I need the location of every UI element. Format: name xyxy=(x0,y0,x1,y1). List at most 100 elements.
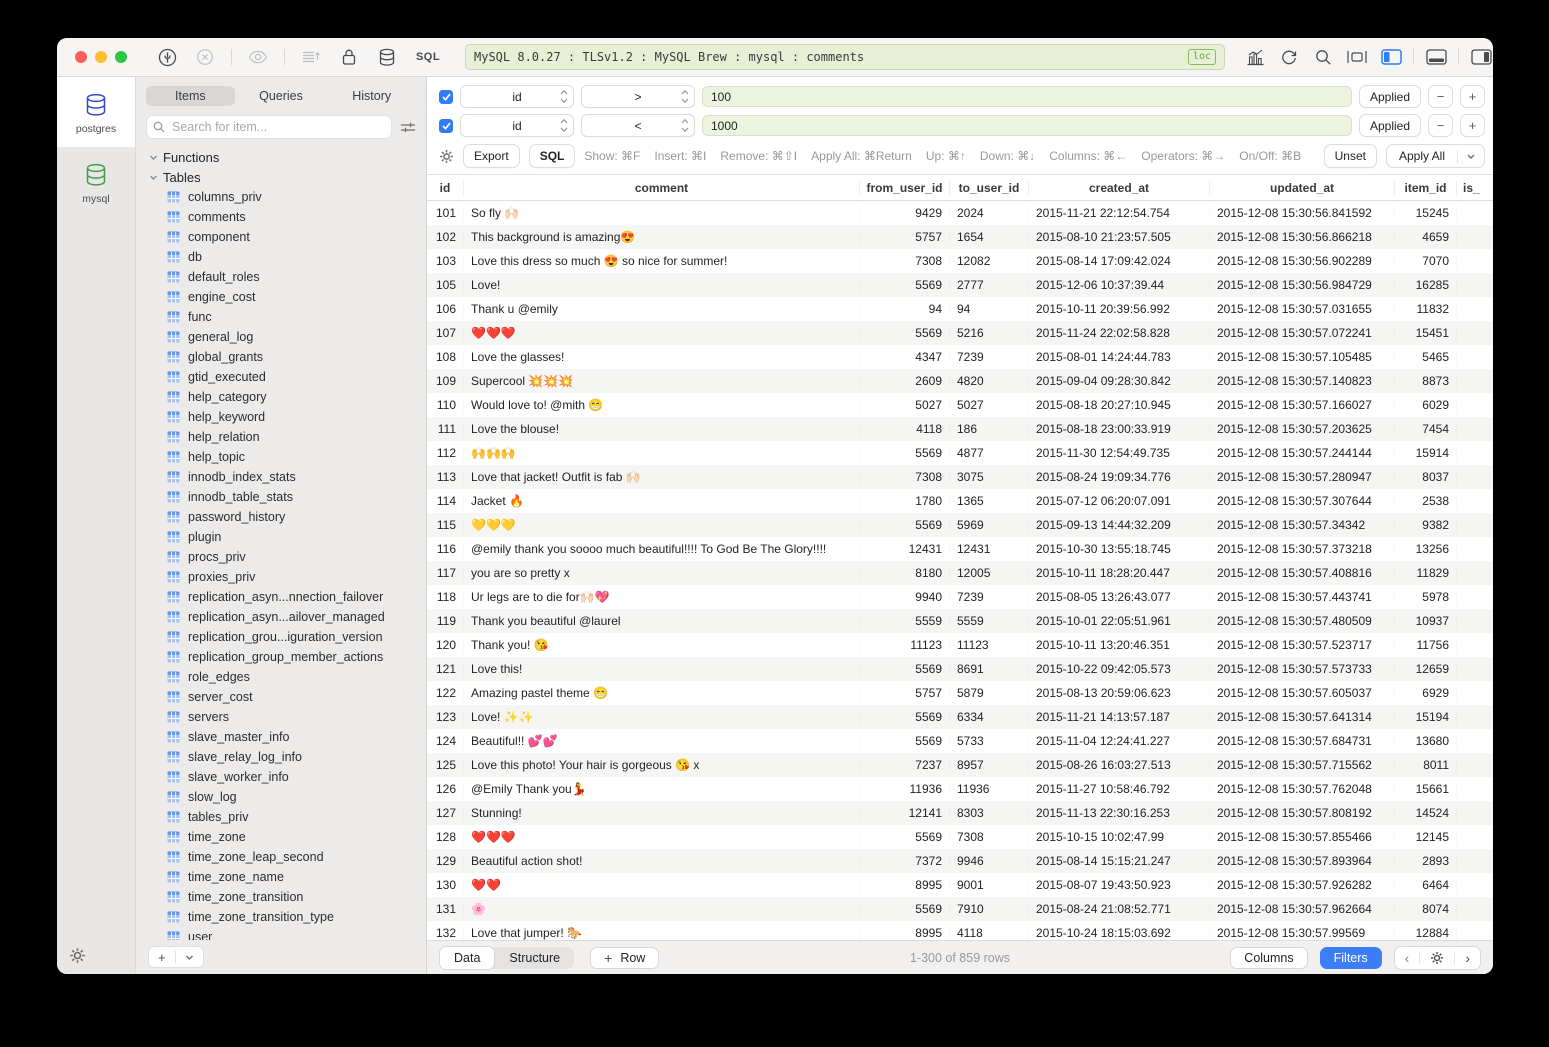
table-cell-to_user_id[interactable]: 5969 xyxy=(950,518,1029,532)
table-cell-updated_at[interactable]: 2015-12-08 15:30:57.641314 xyxy=(1210,710,1395,724)
table-cell-updated_at[interactable]: 2015-12-08 15:30:57.855466 xyxy=(1210,830,1395,844)
table-row[interactable]: 123Love! ✨✨556963342015-11-21 14:13:57.1… xyxy=(427,705,1493,729)
table-cell-comment[interactable]: Love that jacket! Outfit is fab 🙌🏻 xyxy=(464,470,860,484)
connection-item-postgres[interactable]: postgres xyxy=(57,77,135,147)
table-cell-updated_at[interactable]: 2015-12-08 15:30:57.684731 xyxy=(1210,734,1395,748)
table-row[interactable]: 129Beautiful action shot!737299462015-08… xyxy=(427,849,1493,873)
table-cell-comment[interactable]: ❤️❤️❤️ xyxy=(464,830,860,844)
column-header-updated_at[interactable]: updated_at xyxy=(1210,181,1395,195)
table-cell-updated_at[interactable]: 2015-12-08 15:30:57.140823 xyxy=(1210,374,1395,388)
table-row[interactable]: 102This background is amazing😍5757165420… xyxy=(427,225,1493,249)
table-cell-id[interactable]: 110 xyxy=(427,398,464,412)
table-cell-updated_at[interactable]: 2015-12-08 15:30:57.280947 xyxy=(1210,470,1395,484)
table-row[interactable]: 119Thank you beautiful @laurel5559555920… xyxy=(427,609,1493,633)
table-cell-from_user_id[interactable]: 12431 xyxy=(860,542,950,556)
table-cell-item_id[interactable]: 5978 xyxy=(1395,590,1457,604)
table-row[interactable]: 125Love this photo! Your hair is gorgeou… xyxy=(427,753,1493,777)
table-cell-updated_at[interactable]: 2015-12-08 15:30:57.480509 xyxy=(1210,614,1395,628)
sidebar-table-item-help_category[interactable]: help_category xyxy=(136,387,426,407)
table-cell-comment[interactable]: This background is amazing😍 xyxy=(464,230,860,244)
sidebar-table-item-slave_worker_info[interactable]: slave_worker_info xyxy=(136,767,426,787)
table-cell-comment[interactable]: Beautiful action shot! xyxy=(464,854,860,868)
table-cell-updated_at[interactable]: 2015-12-08 15:30:57.523717 xyxy=(1210,638,1395,652)
table-row[interactable]: 132Love that jumper! 🐎899541182015-10-24… xyxy=(427,921,1493,940)
sidebar-table-item-replication_group_member_actions[interactable]: replication_group_member_actions xyxy=(136,647,426,667)
filter-enabled-checkbox[interactable] xyxy=(439,90,453,104)
table-cell-id[interactable]: 102 xyxy=(427,230,464,244)
column-header-from_user_id[interactable]: from_user_id xyxy=(860,181,950,195)
filter-settings-gear-icon[interactable] xyxy=(439,149,454,164)
table-cell-updated_at[interactable]: 2015-12-08 15:30:57.34342 xyxy=(1210,518,1395,532)
table-cell-comment[interactable]: Ur legs are to die for🙌🏻💖 xyxy=(464,590,860,604)
table-cell-from_user_id[interactable]: 94 xyxy=(860,302,950,316)
table-cell-to_user_id[interactable]: 8957 xyxy=(950,758,1029,772)
table-cell-from_user_id[interactable]: 5569 xyxy=(860,734,950,748)
table-cell-from_user_id[interactable]: 8995 xyxy=(860,878,950,892)
table-cell-comment[interactable]: Love! ✨✨ xyxy=(464,710,860,724)
add-item-dropdown[interactable] xyxy=(176,953,203,962)
table-cell-created_at[interactable]: 2015-10-01 22:05:51.961 xyxy=(1029,614,1210,628)
table-cell-created_at[interactable]: 2015-08-18 23:00:33.919 xyxy=(1029,422,1210,436)
lock-icon[interactable] xyxy=(337,45,361,69)
column-header-is_[interactable]: is_ xyxy=(1457,181,1493,195)
table-cell-created_at[interactable]: 2015-08-24 19:09:34.776 xyxy=(1029,470,1210,484)
table-cell-to_user_id[interactable]: 12431 xyxy=(950,542,1029,556)
toggle-right-panel-icon[interactable] xyxy=(1469,45,1493,69)
table-row[interactable]: 111Love the blouse!41181862015-08-18 23:… xyxy=(427,417,1493,441)
column-header-created_at[interactable]: created_at xyxy=(1029,181,1210,195)
table-cell-item_id[interactable]: 11756 xyxy=(1395,638,1457,652)
table-cell-created_at[interactable]: 2015-11-13 22:30:16.253 xyxy=(1029,806,1210,820)
table-cell-comment[interactable]: @Emily Thank you💃 xyxy=(464,782,860,796)
table-cell-updated_at[interactable]: 2015-12-08 15:30:57.031655 xyxy=(1210,302,1395,316)
filter-sliders-icon[interactable] xyxy=(400,121,416,134)
table-cell-item_id[interactable]: 15194 xyxy=(1395,710,1457,724)
sidebar-table-item-role_edges[interactable]: role_edges xyxy=(136,667,426,687)
apply-all-button[interactable]: Apply All xyxy=(1386,144,1485,168)
table-cell-id[interactable]: 128 xyxy=(427,830,464,844)
table-cell-from_user_id[interactable]: 5559 xyxy=(860,614,950,628)
table-cell-updated_at[interactable]: 2015-12-08 15:30:57.203625 xyxy=(1210,422,1395,436)
table-cell-created_at[interactable]: 2015-10-15 10:02:47.99 xyxy=(1029,830,1210,844)
unset-button[interactable]: Unset xyxy=(1324,144,1377,168)
add-filter-button[interactable]: + xyxy=(1460,114,1485,137)
table-cell-to_user_id[interactable]: 7910 xyxy=(950,902,1029,916)
table-cell-to_user_id[interactable]: 12082 xyxy=(950,254,1029,268)
sidebar-table-item-servers[interactable]: servers xyxy=(136,707,426,727)
table-row[interactable]: 121Love this!556986912015-10-22 09:42:05… xyxy=(427,657,1493,681)
table-cell-from_user_id[interactable]: 11123 xyxy=(860,638,950,652)
table-row[interactable]: 109Supercool 💥💥💥260948202015-09-04 09:28… xyxy=(427,369,1493,393)
table-row[interactable]: 114Jacket 🔥178013652015-07-12 06:20:07.0… xyxy=(427,489,1493,513)
table-cell-comment[interactable]: you are so pretty x xyxy=(464,566,860,580)
filter-applied-button[interactable]: Applied xyxy=(1359,114,1421,137)
table-cell-id[interactable]: 103 xyxy=(427,254,464,268)
table-cell-from_user_id[interactable]: 5757 xyxy=(860,686,950,700)
table-cell-id[interactable]: 127 xyxy=(427,806,464,820)
table-cell-id[interactable]: 108 xyxy=(427,350,464,364)
sidebar-table-item-user[interactable]: user xyxy=(136,927,426,940)
table-cell-id[interactable]: 116 xyxy=(427,542,464,556)
table-cell-comment[interactable]: Would love to! @mith 😁 xyxy=(464,398,860,412)
table-cell-created_at[interactable]: 2015-11-27 10:58:46.792 xyxy=(1029,782,1210,796)
table-cell-to_user_id[interactable]: 6334 xyxy=(950,710,1029,724)
table-cell-item_id[interactable]: 14524 xyxy=(1395,806,1457,820)
table-cell-to_user_id[interactable]: 7239 xyxy=(950,590,1029,604)
table-cell-to_user_id[interactable]: 5027 xyxy=(950,398,1029,412)
table-cell-created_at[interactable]: 2015-08-14 17:09:42.024 xyxy=(1029,254,1210,268)
toggle-left-sidebar-icon[interactable] xyxy=(1379,45,1403,69)
connection-item-mysql[interactable]: mysql xyxy=(57,147,135,217)
table-cell-comment[interactable]: So fly 🙌🏻 xyxy=(464,206,860,220)
table-cell-updated_at[interactable]: 2015-12-08 15:30:57.808192 xyxy=(1210,806,1395,820)
table-cell-id[interactable]: 118 xyxy=(427,590,464,604)
table-row[interactable]: 124Beautiful!! 💕💕556957332015-11-04 12:2… xyxy=(427,729,1493,753)
table-cell-from_user_id[interactable]: 5569 xyxy=(860,278,950,292)
add-filter-button[interactable]: + xyxy=(1460,85,1485,108)
previous-page-icon[interactable]: ‹ xyxy=(1395,950,1420,966)
table-cell-item_id[interactable]: 5465 xyxy=(1395,350,1457,364)
table-cell-item_id[interactable]: 15661 xyxy=(1395,782,1457,796)
table-cell-id[interactable]: 114 xyxy=(427,494,464,508)
table-cell-comment[interactable]: Thank you! 😘 xyxy=(464,638,860,652)
table-cell-created_at[interactable]: 2015-08-07 19:43:50.923 xyxy=(1029,878,1210,892)
sidebar-table-item-proxies_priv[interactable]: proxies_priv xyxy=(136,567,426,587)
table-cell-updated_at[interactable]: 2015-12-08 15:30:57.962664 xyxy=(1210,902,1395,916)
table-cell-created_at[interactable]: 2015-08-18 20:27:10.945 xyxy=(1029,398,1210,412)
